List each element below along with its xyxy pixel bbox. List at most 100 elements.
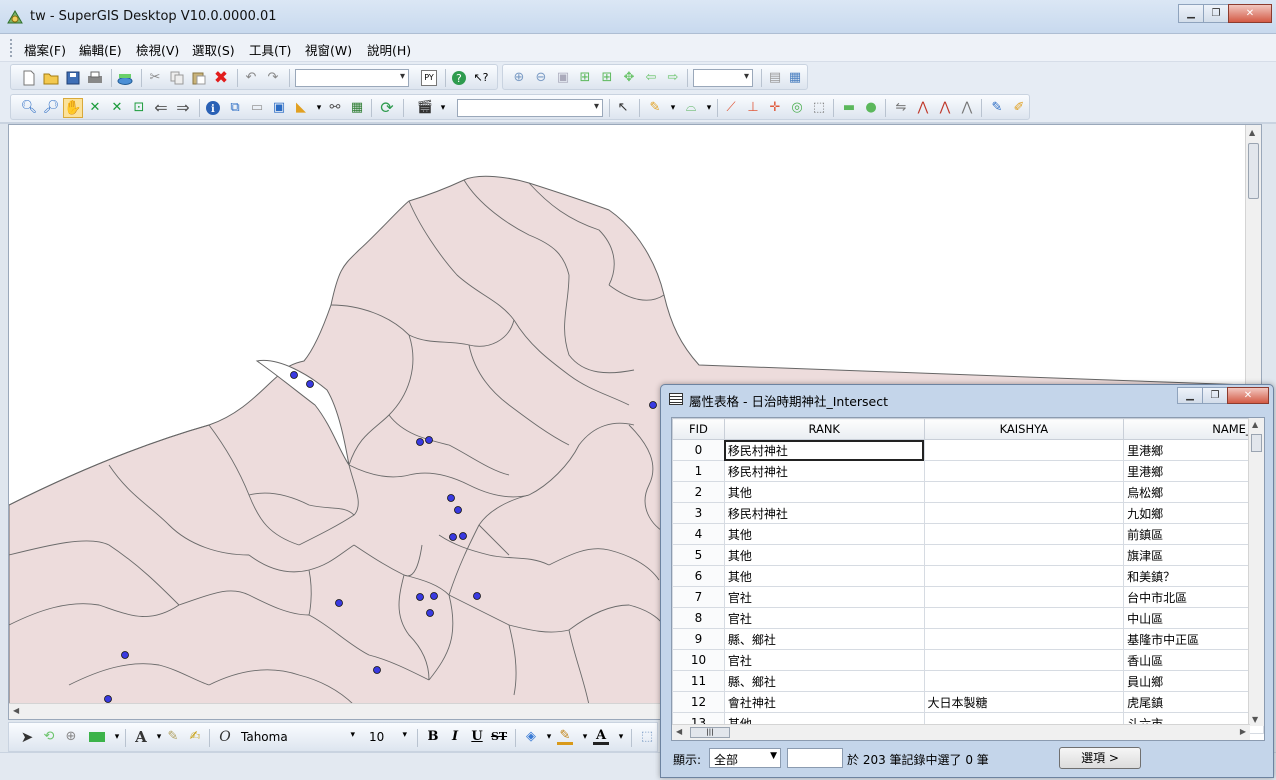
shrine-point[interactable]	[454, 506, 462, 514]
print-icon[interactable]	[87, 70, 103, 86]
rectangle-icon[interactable]: ▬	[841, 100, 857, 116]
cell-fid[interactable]: 7	[672, 586, 725, 608]
draw-properties-icon[interactable]: ✍	[187, 729, 203, 745]
attribute-grid[interactable]: FID RANK KAISHYA NAME_1 0 移民村神社 里港鄉 1 移民村神社里…	[671, 417, 1265, 741]
edit-vertices-icon[interactable]: ⌓	[683, 100, 699, 116]
cell-name-1[interactable]: 中山區	[1123, 607, 1264, 629]
table-row[interactable]: 1 移民村神社 里港鄉	[672, 460, 1264, 482]
ellipse-icon[interactable]: ●	[863, 100, 879, 116]
column-header-kaishya[interactable]: KAISHYA	[923, 418, 1125, 440]
table-row[interactable]: 8 官社 中山區	[672, 607, 1264, 629]
font-color-dropdown-icon[interactable]: ▾	[613, 729, 629, 745]
show-filter-combo[interactable]: 全部 ▼	[709, 748, 781, 768]
full-extent-green-icon[interactable]: ✕	[87, 100, 103, 116]
menu-file[interactable]: 檔案(F)	[24, 40, 66, 59]
fill-color-dropdown-icon[interactable]: ▾	[541, 729, 557, 745]
cell-fid[interactable]: 3	[672, 502, 725, 524]
measure-icon[interactable]: ◣	[293, 100, 309, 116]
table-row[interactable]: 12 會社神社 大日本製糖 虎尾鎮	[672, 691, 1264, 713]
redo-icon[interactable]: ↷	[265, 70, 281, 86]
options-button[interactable]: 選項 >	[1059, 747, 1141, 769]
table-row[interactable]: 10 官社 香山區	[672, 649, 1264, 671]
cell-fid[interactable]: 11	[672, 670, 725, 692]
pan-center-icon[interactable]: ✥	[621, 70, 637, 86]
shrine-point[interactable]	[306, 380, 314, 388]
cell-name-1[interactable]: 虎尾鎮	[1123, 691, 1264, 713]
grid-horizontal-scroll-thumb[interactable]: |||	[690, 727, 730, 738]
shrine-point[interactable]	[373, 666, 381, 674]
menu-edit[interactable]: 編輯(E)	[79, 40, 122, 59]
cell-rank[interactable]: 官社	[723, 607, 925, 629]
rectangle-dropdown-icon[interactable]: ▾	[109, 729, 125, 745]
delete-icon[interactable]: ✖	[213, 70, 229, 87]
font-color-icon[interactable]: A	[593, 728, 609, 745]
cell-fid[interactable]: 8	[672, 607, 725, 629]
record-number-input[interactable]	[787, 748, 843, 768]
cell-kaishya[interactable]	[923, 670, 1125, 692]
text-tool-icon[interactable]: A	[133, 729, 149, 745]
cell-name-1[interactable]: 旗津區	[1123, 544, 1264, 566]
zoom-layer-icon[interactable]: ⊞	[577, 70, 593, 86]
magnifier-window-icon[interactable]: ▦	[787, 70, 803, 86]
select-element-icon[interactable]: ➤	[19, 729, 35, 745]
cell-name-1[interactable]: 九如鄉	[1123, 502, 1264, 524]
cell-name-1[interactable]: 香山區	[1123, 649, 1264, 671]
animation-dropdown-icon[interactable]: ▾	[435, 100, 451, 116]
menu-help[interactable]: 說明(H)	[367, 40, 411, 59]
perpendicular-icon[interactable]: ⊥	[745, 100, 761, 116]
copy-icon[interactable]	[169, 70, 185, 86]
cell-name-1[interactable]: 前鎮區	[1123, 523, 1264, 545]
cell-kaishya[interactable]	[923, 544, 1125, 566]
cell-kaishya[interactable]	[923, 649, 1125, 671]
hyperlink-icon[interactable]: ▭	[249, 100, 265, 116]
column-header-fid[interactable]: FID	[672, 418, 725, 440]
cell-name-1[interactable]: 員山鄉	[1123, 670, 1264, 692]
cut-icon[interactable]: ✂	[147, 70, 163, 86]
menu-select[interactable]: 選取(S)	[192, 40, 235, 59]
edit-vertices-draw-icon[interactable]: ✎	[165, 729, 181, 745]
cell-kaishya[interactable]	[923, 586, 1125, 608]
cell-kaishya[interactable]	[923, 439, 1125, 461]
cell-kaishya[interactable]	[923, 502, 1125, 524]
circle-tool-icon[interactable]: ◎	[789, 100, 805, 116]
box-select-icon[interactable]: ⬚	[811, 100, 827, 116]
cell-rank[interactable]: 縣、鄉社	[723, 670, 925, 692]
overview-icon[interactable]: ▤	[767, 70, 783, 86]
shrine-point[interactable]	[335, 599, 343, 607]
table-row[interactable]: 4 其他 前鎮區	[672, 523, 1264, 545]
zoom-in-icon[interactable]: 🔍︎	[21, 100, 38, 116]
html-popup-icon[interactable]: ▣	[271, 100, 287, 116]
italic-button[interactable]: I	[447, 729, 463, 745]
table-row[interactable]: 6 其他 和美鎮？	[672, 565, 1264, 587]
shrine-point[interactable]	[290, 371, 298, 379]
minimize-button[interactable]: ▁	[1178, 4, 1204, 23]
cell-kaishya[interactable]	[923, 481, 1125, 503]
map-vertical-scroll-thumb[interactable]	[1248, 143, 1259, 199]
shrine-point[interactable]	[416, 438, 424, 446]
line-color-dropdown-icon[interactable]: ▾	[577, 729, 593, 745]
mirror-icon[interactable]: ⇋	[893, 100, 909, 116]
cell-rank[interactable]: 官社	[723, 649, 925, 671]
menu-window[interactable]: 視窗(W)	[305, 40, 352, 59]
cell-fid[interactable]: 4	[672, 523, 725, 545]
underline-button[interactable]: U	[469, 729, 485, 745]
open-folder-icon[interactable]	[43, 70, 59, 86]
refresh-icon[interactable]: ⟳	[379, 100, 395, 116]
attr-minimize-button[interactable]: ▁	[1177, 387, 1203, 404]
shrine-point[interactable]	[426, 609, 434, 617]
grid-horizontal-scrollbar[interactable]: ◀ ||| ▶	[672, 724, 1250, 740]
forward-arrow-icon[interactable]: ⇒	[175, 100, 191, 116]
shrine-point[interactable]	[459, 532, 467, 540]
cell-rank[interactable]: 其他	[723, 565, 925, 587]
shrine-point[interactable]	[649, 401, 657, 409]
strikethrough-button[interactable]: ST	[491, 729, 507, 745]
table-row[interactable]: 2 其他 烏松鄉	[672, 481, 1264, 503]
cell-fid[interactable]: 0	[672, 439, 725, 461]
cell-kaishya[interactable]: 大日本製糖	[923, 691, 1125, 713]
shrine-point[interactable]	[425, 436, 433, 444]
fixed-zoom-in-icon[interactable]: ⊕	[511, 70, 527, 86]
back-arrow-icon[interactable]: ⇐	[153, 100, 169, 116]
cell-rank[interactable]: 其他	[723, 523, 925, 545]
pan-hand-icon[interactable]: ✋	[63, 98, 83, 118]
cell-fid[interactable]: 6	[672, 565, 725, 587]
